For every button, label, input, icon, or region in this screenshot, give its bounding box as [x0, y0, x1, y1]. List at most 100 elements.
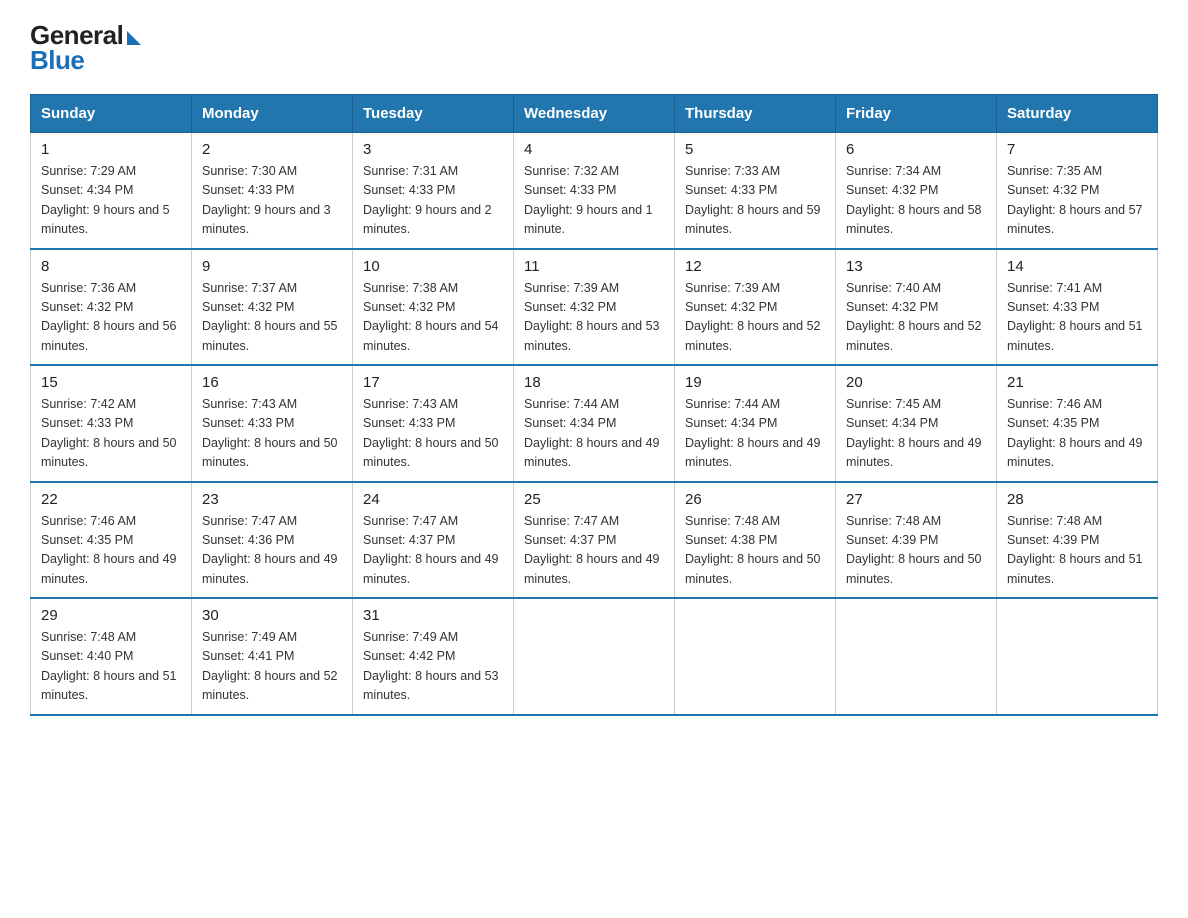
- day-number: 15: [41, 374, 181, 391]
- cell-info: Sunrise: 7:36 AMSunset: 4:32 PMDaylight:…: [41, 279, 181, 357]
- header-sunday: Sunday: [31, 95, 192, 133]
- logo: General Blue: [30, 20, 141, 76]
- calendar-cell: 6 Sunrise: 7:34 AMSunset: 4:32 PMDaylight…: [836, 133, 997, 249]
- day-number: 22: [41, 491, 181, 508]
- cell-info: Sunrise: 7:47 AMSunset: 4:36 PMDaylight:…: [202, 512, 342, 590]
- cell-info: Sunrise: 7:44 AMSunset: 4:34 PMDaylight:…: [685, 395, 825, 473]
- day-number: 13: [846, 258, 986, 275]
- calendar-cell: 24Sunrise: 7:47 AMSunset: 4:37 PMDayligh…: [353, 482, 514, 599]
- calendar-cell: 5 Sunrise: 7:33 AMSunset: 4:33 PMDaylight…: [675, 133, 836, 249]
- calendar-cell: 23 Sunrise: 7:47 AMSunset: 4:36 PMDayligh…: [192, 482, 353, 599]
- logo-row2: Blue: [30, 45, 84, 76]
- calendar-cell: 3 Sunrise: 7:31 AMSunset: 4:33 PMDaylight…: [353, 133, 514, 249]
- header-tuesday: Tuesday: [353, 95, 514, 133]
- day-number: 27: [846, 491, 986, 508]
- logo-arrow-icon: [127, 31, 141, 45]
- calendar-cell: 10Sunrise: 7:38 AMSunset: 4:32 PMDayligh…: [353, 249, 514, 366]
- cell-info: Sunrise: 7:39 AMSunset: 4:32 PMDaylight:…: [524, 279, 664, 357]
- cell-info: Sunrise: 7:45 AMSunset: 4:34 PMDaylight:…: [846, 395, 986, 473]
- header-saturday: Saturday: [997, 95, 1158, 133]
- cell-info: Sunrise: 7:34 AMSunset: 4:32 PMDaylight:…: [846, 162, 986, 240]
- day-number: 19: [685, 374, 825, 391]
- calendar-cell: 21 Sunrise: 7:46 AMSunset: 4:35 PMDayligh…: [997, 365, 1158, 482]
- week-row-5: 29 Sunrise: 7:48 AMSunset: 4:40 PMDayligh…: [31, 598, 1158, 715]
- cell-info: Sunrise: 7:31 AMSunset: 4:33 PMDaylight:…: [363, 162, 503, 240]
- day-number: 11: [524, 258, 664, 275]
- cell-info: Sunrise: 7:49 AMSunset: 4:42 PMDaylight:…: [363, 628, 503, 706]
- header-wednesday: Wednesday: [514, 95, 675, 133]
- cell-info: Sunrise: 7:32 AMSunset: 4:33 PMDaylight:…: [524, 162, 664, 240]
- calendar-cell: [675, 598, 836, 715]
- day-number: 14: [1007, 258, 1147, 275]
- calendar-cell: 27Sunrise: 7:48 AMSunset: 4:39 PMDayligh…: [836, 482, 997, 599]
- calendar-cell: [514, 598, 675, 715]
- cell-info: Sunrise: 7:40 AMSunset: 4:32 PMDaylight:…: [846, 279, 986, 357]
- day-number: 29: [41, 607, 181, 624]
- calendar-cell: 20 Sunrise: 7:45 AMSunset: 4:34 PMDayligh…: [836, 365, 997, 482]
- day-number: 26: [685, 491, 825, 508]
- day-number: 23: [202, 491, 342, 508]
- calendar-cell: 11 Sunrise: 7:39 AMSunset: 4:32 PMDayligh…: [514, 249, 675, 366]
- calendar-cell: 28 Sunrise: 7:48 AMSunset: 4:39 PMDayligh…: [997, 482, 1158, 599]
- calendar-cell: 2 Sunrise: 7:30 AMSunset: 4:33 PMDaylight…: [192, 133, 353, 249]
- calendar-cell: [836, 598, 997, 715]
- calendar-cell: [997, 598, 1158, 715]
- calendar-cell: 16Sunrise: 7:43 AMSunset: 4:33 PMDayligh…: [192, 365, 353, 482]
- cell-info: Sunrise: 7:47 AMSunset: 4:37 PMDaylight:…: [524, 512, 664, 590]
- calendar-cell: 13 Sunrise: 7:40 AMSunset: 4:32 PMDayligh…: [836, 249, 997, 366]
- cell-info: Sunrise: 7:49 AMSunset: 4:41 PMDaylight:…: [202, 628, 342, 706]
- cell-info: Sunrise: 7:48 AMSunset: 4:40 PMDaylight:…: [41, 628, 181, 706]
- week-row-1: 1Sunrise: 7:29 AMSunset: 4:34 PMDaylight…: [31, 133, 1158, 249]
- calendar-cell: 29 Sunrise: 7:48 AMSunset: 4:40 PMDayligh…: [31, 598, 192, 715]
- day-number: 21: [1007, 374, 1147, 391]
- calendar-cell: 14Sunrise: 7:41 AMSunset: 4:33 PMDayligh…: [997, 249, 1158, 366]
- cell-info: Sunrise: 7:43 AMSunset: 4:33 PMDaylight:…: [363, 395, 503, 473]
- cell-info: Sunrise: 7:39 AMSunset: 4:32 PMDaylight:…: [685, 279, 825, 357]
- day-number: 7: [1007, 141, 1147, 158]
- cell-info: Sunrise: 7:48 AMSunset: 4:39 PMDaylight:…: [1007, 512, 1147, 590]
- calendar-cell: 17Sunrise: 7:43 AMSunset: 4:33 PMDayligh…: [353, 365, 514, 482]
- calendar-table: SundayMondayTuesdayWednesdayThursdayFrid…: [30, 94, 1158, 716]
- week-row-4: 22 Sunrise: 7:46 AMSunset: 4:35 PMDayligh…: [31, 482, 1158, 599]
- day-number: 28: [1007, 491, 1147, 508]
- cell-info: Sunrise: 7:46 AMSunset: 4:35 PMDaylight:…: [1007, 395, 1147, 473]
- calendar-cell: 19 Sunrise: 7:44 AMSunset: 4:34 PMDayligh…: [675, 365, 836, 482]
- day-number: 25: [524, 491, 664, 508]
- calendar-cell: 1Sunrise: 7:29 AMSunset: 4:34 PMDaylight…: [31, 133, 192, 249]
- day-number: 31: [363, 607, 503, 624]
- day-number: 30: [202, 607, 342, 624]
- day-number: 5: [685, 141, 825, 158]
- day-number: 9: [202, 258, 342, 275]
- calendar-cell: 15Sunrise: 7:42 AMSunset: 4:33 PMDayligh…: [31, 365, 192, 482]
- cell-info: Sunrise: 7:38 AMSunset: 4:32 PMDaylight:…: [363, 279, 503, 357]
- cell-info: Sunrise: 7:48 AMSunset: 4:38 PMDaylight:…: [685, 512, 825, 590]
- calendar-cell: 4Sunrise: 7:32 AMSunset: 4:33 PMDaylight…: [514, 133, 675, 249]
- calendar-cell: 25 Sunrise: 7:47 AMSunset: 4:37 PMDayligh…: [514, 482, 675, 599]
- cell-info: Sunrise: 7:30 AMSunset: 4:33 PMDaylight:…: [202, 162, 342, 240]
- calendar-cell: 18Sunrise: 7:44 AMSunset: 4:34 PMDayligh…: [514, 365, 675, 482]
- day-number: 6: [846, 141, 986, 158]
- header-friday: Friday: [836, 95, 997, 133]
- day-number: 8: [41, 258, 181, 275]
- cell-info: Sunrise: 7:46 AMSunset: 4:35 PMDaylight:…: [41, 512, 181, 590]
- week-row-3: 15Sunrise: 7:42 AMSunset: 4:33 PMDayligh…: [31, 365, 1158, 482]
- calendar-cell: 22 Sunrise: 7:46 AMSunset: 4:35 PMDayligh…: [31, 482, 192, 599]
- cell-info: Sunrise: 7:35 AMSunset: 4:32 PMDaylight:…: [1007, 162, 1147, 240]
- cell-info: Sunrise: 7:47 AMSunset: 4:37 PMDaylight:…: [363, 512, 503, 590]
- calendar-cell: 7 Sunrise: 7:35 AMSunset: 4:32 PMDaylight…: [997, 133, 1158, 249]
- cell-info: Sunrise: 7:43 AMSunset: 4:33 PMDaylight:…: [202, 395, 342, 473]
- logo-blue-text: Blue: [30, 45, 84, 76]
- calendar-cell: 30 Sunrise: 7:49 AMSunset: 4:41 PMDayligh…: [192, 598, 353, 715]
- cell-info: Sunrise: 7:29 AMSunset: 4:34 PMDaylight:…: [41, 162, 181, 240]
- calendar-cell: 8 Sunrise: 7:36 AMSunset: 4:32 PMDaylight…: [31, 249, 192, 366]
- day-number: 3: [363, 141, 503, 158]
- calendar-header-row: SundayMondayTuesdayWednesdayThursdayFrid…: [31, 95, 1158, 133]
- week-row-2: 8 Sunrise: 7:36 AMSunset: 4:32 PMDaylight…: [31, 249, 1158, 366]
- day-number: 20: [846, 374, 986, 391]
- calendar-cell: 26 Sunrise: 7:48 AMSunset: 4:38 PMDayligh…: [675, 482, 836, 599]
- cell-info: Sunrise: 7:37 AMSunset: 4:32 PMDaylight:…: [202, 279, 342, 357]
- day-number: 2: [202, 141, 342, 158]
- calendar-cell: 31 Sunrise: 7:49 AMSunset: 4:42 PMDayligh…: [353, 598, 514, 715]
- cell-info: Sunrise: 7:33 AMSunset: 4:33 PMDaylight:…: [685, 162, 825, 240]
- page-header: General Blue: [30, 20, 1158, 76]
